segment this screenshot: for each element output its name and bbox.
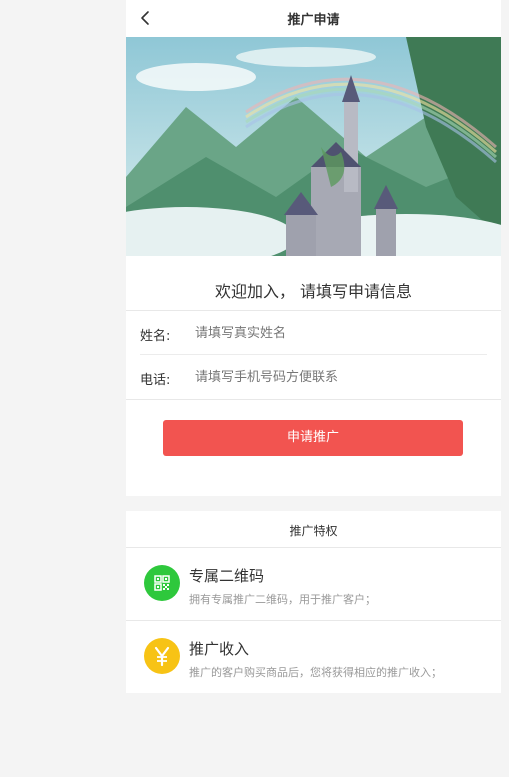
- navbar: 推广申请: [126, 0, 501, 37]
- phone-field: 电话:: [140, 355, 487, 399]
- privilege-desc: 推广的客户购买商品后，您将获得相应的推广收入；: [189, 666, 442, 679]
- divider: [126, 399, 501, 400]
- yen-icon: [144, 638, 180, 674]
- apply-button[interactable]: 申请推广: [163, 420, 463, 456]
- welcome-text: 欢迎加入， 请填写申请信息: [214, 282, 413, 301]
- privilege-item-qrcode: 专属二维码 拥有专属推广二维码，用于推广客户；: [126, 548, 501, 620]
- privilege-name: 推广收入: [189, 640, 250, 658]
- privilege-item-income: 推广收入 推广的客户购买商品后，您将获得相应的推广收入；: [126, 621, 501, 693]
- privilege-name: 专属二维码: [189, 567, 265, 585]
- application-form: 欢迎加入， 请填写申请信息 姓名: 电话: 申请推广: [126, 256, 501, 496]
- privilege-desc: 拥有专属推广二维码，用于推广客户；: [189, 593, 376, 606]
- page-title: 推广申请: [287, 13, 340, 28]
- privileges-title: 推广特权: [289, 524, 338, 538]
- phone-input[interactable]: [195, 365, 475, 389]
- name-label: 姓名:: [140, 329, 171, 344]
- name-field: 姓名:: [140, 311, 487, 355]
- qr-code-icon: [144, 565, 180, 601]
- privileges-section: 推广特权 专属二维码 拥有专属推广二维码，用于推广客户； 推广收入 推广的客户购…: [126, 511, 501, 693]
- phone-label: 电话:: [140, 373, 171, 388]
- banner-image: [126, 37, 501, 256]
- app-container: 推广申请 欢迎加入， 请填写申请信息 姓名: 请填写真实姓名 电话: 请填写手机…: [126, 0, 501, 777]
- name-input[interactable]: [195, 321, 475, 345]
